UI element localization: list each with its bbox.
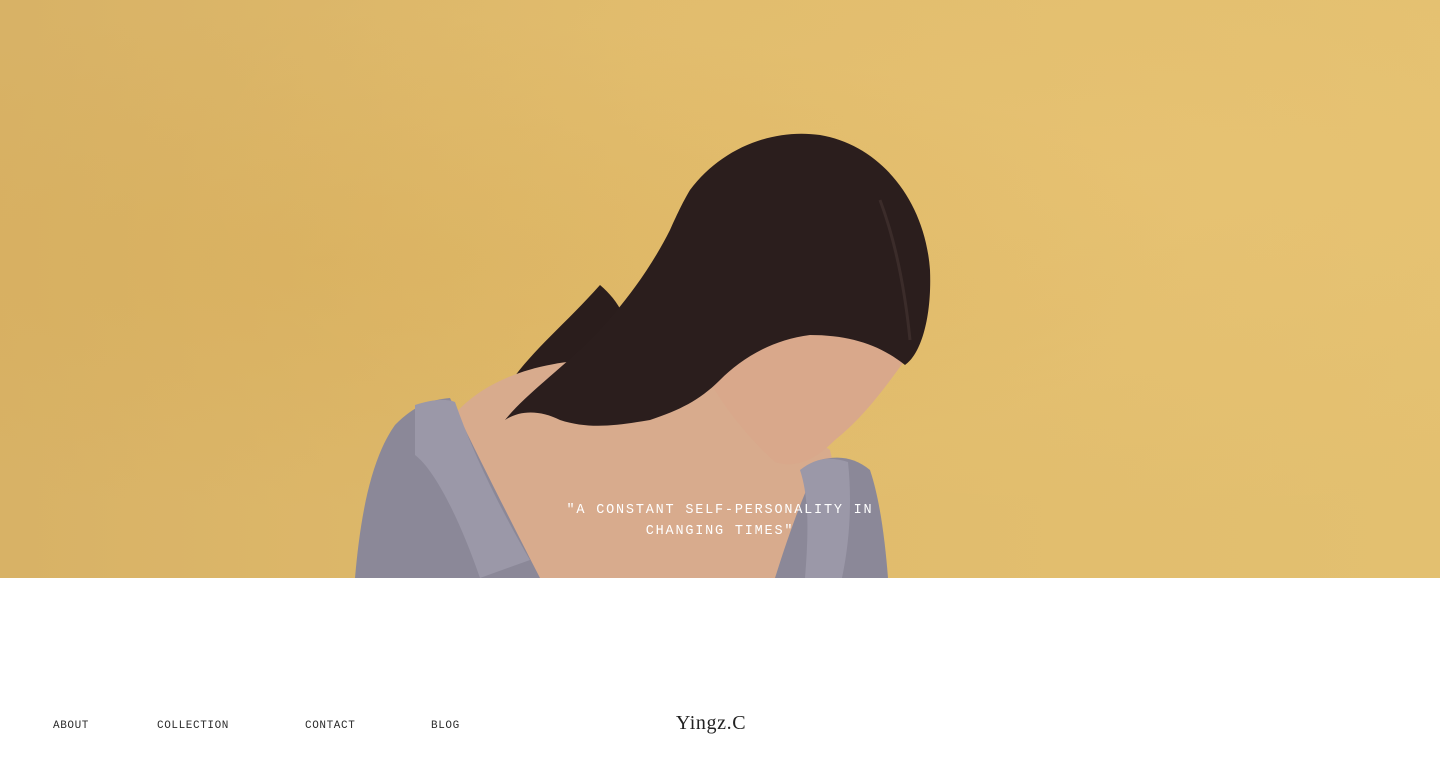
footer-navigation: ABOUT COLLECTION CONTACT BLOG Yingz.C bbox=[0, 700, 1440, 752]
nav-link-collection[interactable]: COLLECTION bbox=[157, 720, 229, 732]
nav-link-blog[interactable]: BLOG bbox=[431, 720, 460, 732]
brand-logo[interactable]: Yingz.C bbox=[640, 712, 782, 735]
hero-quote: "A CONSTANT SELF-PERSONALITY IN CHANGING… bbox=[566, 503, 874, 539]
hero-portrait-image bbox=[355, 133, 931, 578]
nav-link-contact[interactable]: CONTACT bbox=[305, 720, 355, 732]
nav-link-about[interactable]: ABOUT bbox=[53, 720, 89, 732]
hero-banner: "A CONSTANT SELF-PERSONALITY IN CHANGING… bbox=[0, 0, 1440, 578]
